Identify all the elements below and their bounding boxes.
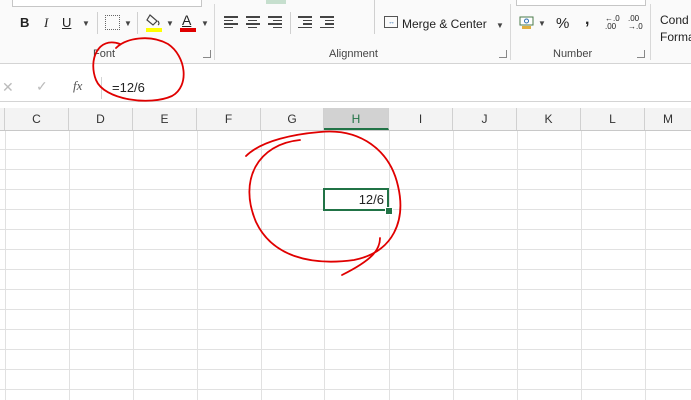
merge-center-button[interactable]: Merge & Center — [402, 17, 487, 31]
column-header-i[interactable]: I — [389, 108, 453, 130]
ribbon-separator — [374, 0, 375, 34]
column-header-j[interactable]: J — [453, 108, 517, 130]
active-cell[interactable]: 12/6 — [323, 188, 389, 211]
number-format-box[interactable] — [516, 0, 646, 6]
column-header-l[interactable]: L — [581, 108, 645, 130]
borders-icon[interactable] — [105, 15, 120, 30]
gridline — [0, 329, 691, 330]
gridline — [389, 131, 390, 400]
gridline — [0, 309, 691, 310]
font-group-label: Font — [93, 48, 116, 60]
gridline — [261, 131, 262, 400]
group-separator — [214, 4, 215, 60]
fill-color-icon[interactable] — [146, 12, 162, 32]
font-color-letter: A — [182, 12, 192, 28]
accounting-format-icon[interactable] — [519, 14, 535, 30]
increase-decimal-button[interactable]: ←.0 .00 — [605, 15, 620, 31]
gridline — [581, 131, 582, 400]
gridline — [0, 249, 691, 250]
fill-handle[interactable] — [385, 207, 393, 215]
gridline — [517, 131, 518, 400]
font-color-button[interactable]: A — [180, 12, 196, 32]
gridline — [0, 389, 691, 390]
underline-dropdown-icon[interactable]: ▼ — [82, 19, 90, 28]
gridline — [133, 131, 134, 400]
insert-function-button[interactable]: fx — [73, 78, 82, 94]
column-header-f[interactable]: F — [197, 108, 261, 130]
number-dialog-launcher-icon[interactable] — [637, 50, 645, 58]
align-center-icon[interactable] — [246, 16, 260, 28]
ribbon: B I U ▼ ▼ ▼ A ▼ Font ↔ Merge & Center ▼ … — [0, 0, 691, 64]
increase-decimal-bottom: .00 — [605, 22, 617, 31]
alignment-group-label: Alignment — [329, 48, 378, 60]
conditional-formatting-line2: Forma — [660, 30, 691, 44]
group-separator — [650, 4, 651, 60]
font-color-dropdown-icon[interactable]: ▼ — [201, 19, 209, 28]
accounting-format-dropdown-icon[interactable]: ▼ — [538, 19, 546, 28]
merge-center-dropdown-icon[interactable]: ▼ — [496, 21, 504, 30]
column-header-h[interactable]: H — [324, 108, 389, 130]
gridline — [0, 169, 691, 170]
column-header-k[interactable]: K — [517, 108, 581, 130]
formula-input[interactable]: =12/6 — [112, 80, 145, 95]
ribbon-separator — [137, 12, 138, 34]
gridline — [645, 131, 646, 400]
column-header-d[interactable]: D — [69, 108, 133, 130]
comma-style-button[interactable]: , — [585, 11, 589, 29]
font-dialog-launcher-icon[interactable] — [203, 50, 211, 58]
alignment-dialog-launcher-icon[interactable] — [499, 50, 507, 58]
gridline — [0, 269, 691, 270]
conditional-formatting-line1: Cond — [660, 13, 689, 27]
ribbon-separator — [97, 12, 98, 34]
fill-color-dropdown-icon[interactable]: ▼ — [166, 19, 174, 28]
decrease-decimal-button[interactable]: .00 →.0 — [628, 15, 643, 31]
decrease-indent-icon[interactable] — [298, 16, 312, 28]
align-top-highlight — [266, 0, 286, 4]
column-header-g[interactable]: G — [261, 108, 324, 130]
gridline — [0, 149, 691, 150]
font-color-swatch — [180, 28, 196, 32]
column-header-m[interactable]: M — [645, 108, 691, 130]
decrease-decimal-bottom: →.0 — [628, 22, 643, 31]
gridline — [0, 289, 691, 290]
group-separator — [510, 4, 511, 60]
gridline — [5, 131, 6, 400]
underline-button[interactable]: U — [62, 15, 71, 30]
gridline — [197, 131, 198, 400]
number-group-label: Number — [553, 48, 593, 60]
ribbon-separator — [290, 12, 291, 34]
italic-button[interactable]: I — [44, 15, 48, 31]
enter-icon[interactable]: ✓ — [36, 78, 48, 95]
gridline — [0, 369, 691, 370]
gridline — [0, 349, 691, 350]
gridline — [0, 229, 691, 230]
increase-indent-icon[interactable] — [320, 16, 334, 28]
align-right-icon[interactable] — [268, 16, 282, 28]
cancel-icon[interactable]: ✕ — [2, 79, 14, 96]
borders-dropdown-icon[interactable]: ▼ — [124, 19, 132, 28]
formula-bar: ✕ ✓ fx =12/6 — [0, 73, 691, 102]
merge-center-icon[interactable]: ↔ — [384, 16, 398, 28]
conditional-formatting-button[interactable]: Cond Forma — [660, 12, 691, 46]
gridline — [324, 131, 325, 400]
worksheet-grid[interactable] — [0, 131, 691, 400]
percent-style-button[interactable]: % — [556, 15, 569, 32]
formula-bar-divider — [101, 77, 102, 99]
column-header-e[interactable]: E — [133, 108, 197, 130]
font-name-box[interactable] — [12, 0, 202, 7]
gridline — [453, 131, 454, 400]
bold-button[interactable]: B — [20, 15, 29, 30]
gridline — [69, 131, 70, 400]
column-header-c[interactable]: C — [5, 108, 69, 130]
align-left-icon[interactable] — [224, 16, 238, 28]
column-headers: C D E F G H I J K L M — [0, 108, 691, 131]
